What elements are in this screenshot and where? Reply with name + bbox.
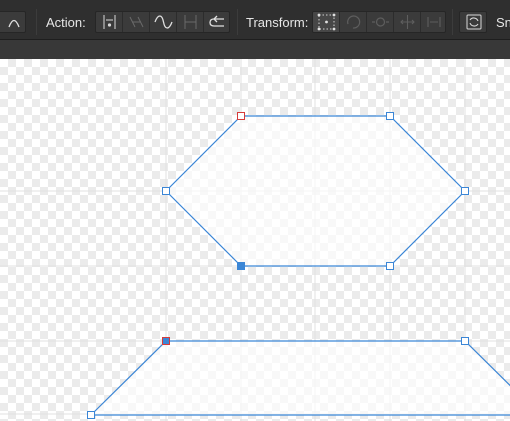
break-curve-button[interactable]	[96, 12, 123, 32]
transform-label: Transform:	[246, 15, 309, 30]
path-node[interactable]	[461, 337, 469, 345]
transform-button-group	[312, 11, 446, 33]
break-curve-icon	[103, 15, 116, 29]
hexagon-shape[interactable]	[165, 115, 466, 267]
path-node-start[interactable]	[237, 112, 245, 120]
curve-mode-button[interactable]	[0, 11, 26, 33]
path-node-start-selected[interactable]	[162, 337, 170, 345]
smooth-icon	[154, 15, 173, 29]
path-node[interactable]	[87, 411, 95, 419]
transform-origin-button[interactable]	[313, 12, 340, 32]
canvas-drawing	[0, 59, 510, 421]
path-node[interactable]	[386, 112, 394, 120]
smooth-button[interactable]	[150, 12, 177, 32]
toolbar-separator	[452, 9, 453, 35]
close-curve-icon	[184, 15, 197, 29]
context-strip	[0, 40, 510, 59]
path-node-selected[interactable]	[237, 262, 245, 270]
path-node[interactable]	[162, 187, 170, 195]
align-button[interactable]	[394, 12, 421, 32]
align-icon	[400, 15, 415, 29]
canvas[interactable]	[0, 59, 510, 421]
snapping-button[interactable]	[459, 11, 487, 33]
path-node[interactable]	[461, 187, 469, 195]
close-curve-button[interactable]	[177, 12, 204, 32]
toolbar-separator	[36, 9, 37, 35]
reverse-curve-button[interactable]	[204, 12, 229, 32]
curve-icon	[8, 19, 20, 28]
toolbar-separator	[237, 9, 238, 35]
rotate-icon	[347, 15, 361, 29]
path-node[interactable]	[386, 262, 394, 270]
join-curves-icon	[129, 16, 144, 28]
action-label: Action:	[46, 15, 86, 30]
flip-icon	[372, 17, 389, 27]
flip-button[interactable]	[367, 12, 394, 32]
distribute-icon	[427, 17, 441, 27]
distribute-button[interactable]	[421, 12, 445, 32]
join-curves-button[interactable]	[123, 12, 150, 32]
rotate-button[interactable]	[340, 12, 367, 32]
transform-origin-icon	[317, 13, 336, 31]
lower-shape[interactable]	[89, 340, 510, 416]
reverse-curve-icon	[209, 15, 224, 27]
snapping-label: Sn	[496, 15, 510, 30]
action-button-group	[95, 11, 230, 33]
context-toolbar: Action: Transform: Sn	[0, 0, 510, 40]
snapping-icon	[466, 14, 482, 30]
